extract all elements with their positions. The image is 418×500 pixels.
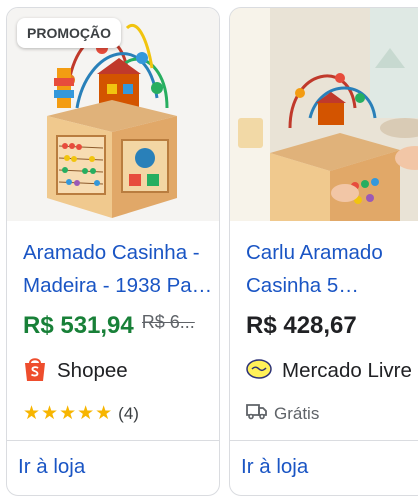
- star-rating: ★★★★★: [23, 403, 114, 424]
- current-price: R$ 428,67: [246, 312, 357, 339]
- old-price: R$ 6...: [141, 312, 195, 332]
- store-name: Mercado Livre: [282, 359, 412, 382]
- rating-row: ★★★★★ (4): [23, 402, 139, 425]
- price-row: R$ 531,94 R$ 6...: [23, 312, 198, 340]
- shopee-bag-icon: [23, 356, 47, 387]
- store-row: Shopee: [23, 356, 128, 386]
- divider: [7, 440, 219, 441]
- product-title-link[interactable]: Aramado Casinha - Madeira - 1938 Pais & …: [23, 236, 213, 302]
- store-row: Mercado Livre: [246, 356, 412, 386]
- product-image[interactable]: [230, 8, 418, 221]
- mercado-livre-handshake-icon: [246, 356, 272, 387]
- price-row: R$ 428,67: [246, 312, 357, 340]
- current-price: R$ 531,94: [23, 312, 134, 339]
- product-title-link[interactable]: Carlu Aramado Casinha 5 Atividades: [246, 236, 418, 302]
- divider: [230, 440, 418, 441]
- product-image[interactable]: PROMOÇÃO: [7, 8, 219, 221]
- promo-badge: PROMOÇÃO: [17, 18, 121, 48]
- go-to-store-link[interactable]: Ir à loja: [18, 455, 85, 479]
- truck-icon: [246, 402, 268, 425]
- shipping-label: Grátis: [274, 403, 320, 423]
- store-name: Shopee: [57, 359, 128, 382]
- product-card-1[interactable]: PROMOÇÃO Aramado Casinha - Madeira - 193…: [6, 7, 220, 496]
- shipping-row: Grátis: [246, 402, 319, 425]
- product-card-2[interactable]: Carlu Aramado Casinha 5 Atividades R$ 42…: [229, 7, 418, 496]
- go-to-store-link[interactable]: Ir à loja: [241, 455, 308, 479]
- rating-count: (4): [118, 403, 139, 423]
